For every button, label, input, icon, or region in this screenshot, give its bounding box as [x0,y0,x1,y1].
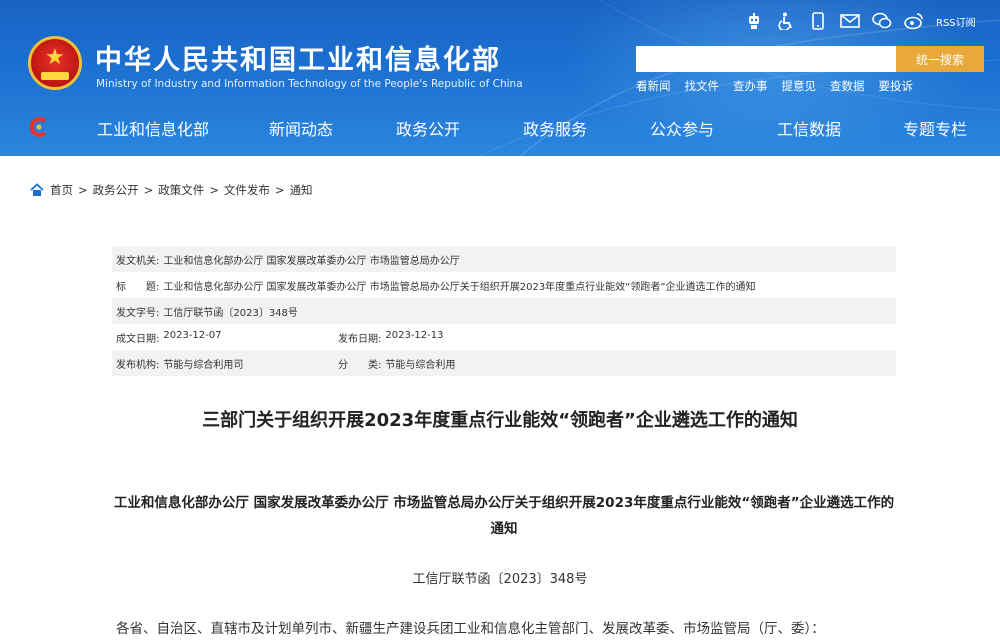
robot-icon[interactable] [744,11,764,31]
wechat-icon[interactable] [872,11,892,31]
meta-label: 分 类: [338,359,382,371]
breadcrumb-notice[interactable]: 通知 [290,182,313,198]
quick-link-data[interactable]: 查数据 [830,78,865,94]
quick-link-feedback[interactable]: 提意见 [782,78,817,94]
nav-item-topics[interactable]: 专题专栏 [903,116,967,140]
weibo-icon[interactable] [904,11,924,31]
nav-item-participation[interactable]: 公众参与 [650,116,714,140]
meta-row-title: 标 题: 工业和信息化部办公厅 国家发展改革委办公厅 市场监管总局办公厅关于组织… [112,272,896,298]
search-button[interactable]: 统一搜索 [896,46,984,72]
document-title: 三部门关于组织开展2023年度重点行业能效“领跑者”企业遴选工作的通知 [202,410,798,431]
quick-links: 看新闻 找文件 查办事 提意见 查数据 要投诉 [636,78,927,94]
meta-value: 工信厅联节函〔2023〕348号 [163,307,298,319]
nav-item-news[interactable]: 新闻动态 [269,116,333,140]
home-icon[interactable] [30,183,44,197]
meta-label: 标 题: [116,281,160,293]
meta-row-docno: 发文字号: 工信厅联节函〔2023〕348号 [112,298,896,324]
meta-row-issuer: 发文机关: 工业和信息化部办公厅 国家发展改革委办公厅 市场监管总局办公厅 [112,246,896,272]
meta-label: 发布日期: [338,333,382,345]
search-bar: 统一搜索 [636,46,984,72]
meta-value: 工业和信息化部办公厅 国家发展改革委办公厅 市场监管总局办公厅 [163,255,460,267]
document-metadata: 发文机关: 工业和信息化部办公厅 国家发展改革委办公厅 市场监管总局办公厅 标 … [112,246,896,376]
meta-value: 2023-12-13 [385,329,444,341]
search-input[interactable] [636,46,896,72]
document-number: 工信厅联节函〔2023〕348号 [412,572,588,587]
quick-link-services[interactable]: 查办事 [733,78,768,94]
breadcrumb-policy-files[interactable]: 政策文件 [158,182,204,198]
utility-icons: RSS订阅 [744,10,976,32]
breadcrumb-file-release[interactable]: 文件发布 [224,182,270,198]
meta-row-org: 发布机构: 节能与综合利用司 分 类: 节能与综合利用 [112,350,896,376]
nav-item-data[interactable]: 工信数据 [777,116,841,140]
document-subtitle: 工业和信息化部办公厅 国家发展改革委办公厅 市场监管总局办公厅关于组织开展202… [113,495,895,537]
meta-label: 发布机构: [116,359,160,371]
meta-label: 成文日期: [116,333,160,345]
meta-row-dates: 成文日期: 2023-12-07 发布日期: 2023-12-13 [112,324,896,350]
meta-value: 节能与综合利用 [385,359,456,371]
nav-item-miit[interactable]: 工业和信息化部 [97,116,209,140]
site-logo-icon[interactable] [28,116,50,138]
site-header: ★ 中华人民共和国工业和信息化部 Ministry of Industry an… [0,0,1000,156]
national-emblem: ★ [28,36,82,90]
nav-item-gov-affairs[interactable]: 政务公开 [396,116,460,140]
rss-link[interactable]: RSS订阅 [936,14,976,29]
accessibility-icon[interactable] [776,11,796,31]
meta-value: 工业和信息化部办公厅 国家发展改革委办公厅 市场监管总局办公厅关于组织开展202… [163,281,756,293]
site-title-en: Ministry of Industry and Information Tec… [96,78,523,90]
meta-value: 2023-12-07 [163,329,222,341]
quick-link-news[interactable]: 看新闻 [636,78,671,94]
nav-item-gov-services[interactable]: 政务服务 [523,116,587,140]
star-icon: ★ [45,45,65,70]
quick-link-complaint[interactable]: 要投诉 [879,78,914,94]
site-title[interactable]: 中华人民共和国工业和信息化部 [95,38,501,77]
mail-icon[interactable] [840,11,860,31]
quick-link-files[interactable]: 找文件 [685,78,720,94]
breadcrumb: 首页 > 政务公开 > 政策文件 > 文件发布 > 通知 [30,182,313,198]
meta-value: 节能与综合利用司 [163,359,244,371]
main-nav: 工业和信息化部 新闻动态 政务公开 政务服务 公众参与 工信数据 专题专栏 [0,108,1000,148]
mobile-icon[interactable] [808,11,828,31]
meta-label: 发文字号: [116,307,160,319]
breadcrumb-home[interactable]: 首页 [50,182,73,198]
document-addressee: 各省、自治区、直辖市及计划单列市、新疆生产建设兵团工业和信息化主管部门、发展改革… [116,621,825,637]
meta-label: 发文机关: [116,255,160,267]
breadcrumb-gov-affairs[interactable]: 政务公开 [93,182,139,198]
